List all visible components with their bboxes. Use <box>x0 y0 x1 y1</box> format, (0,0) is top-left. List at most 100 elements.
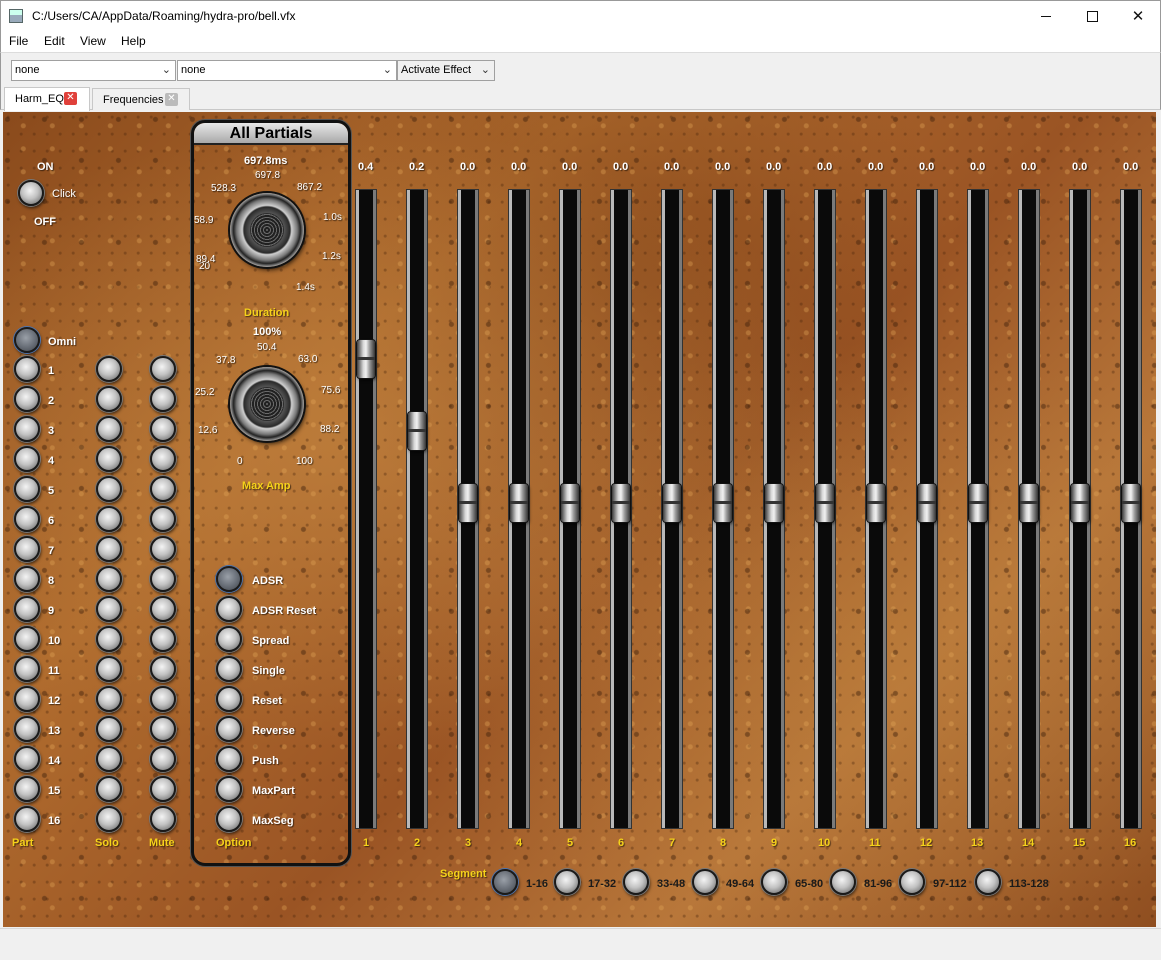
solo-button-1[interactable] <box>96 356 122 382</box>
mute-button-1[interactable] <box>150 356 176 382</box>
segment-button-1-16[interactable] <box>492 869 518 895</box>
segment-button-33-48[interactable] <box>623 869 649 895</box>
duration-knob[interactable] <box>230 193 304 267</box>
solo-button-13[interactable] <box>96 716 122 742</box>
power-button[interactable] <box>18 180 44 206</box>
solo-button-7[interactable] <box>96 536 122 562</box>
slider-thumb-1[interactable] <box>357 340 375 378</box>
slider-thumb-15[interactable] <box>1071 484 1089 522</box>
solo-button-3[interactable] <box>96 416 122 442</box>
part-button-12[interactable] <box>14 686 40 712</box>
slider-thumb-10[interactable] <box>816 484 834 522</box>
preset-select-2[interactable]: none ⌄ <box>177 60 397 81</box>
maximize-button[interactable] <box>1069 1 1115 31</box>
menu-help[interactable]: Help <box>121 34 146 48</box>
solo-button-11[interactable] <box>96 656 122 682</box>
menu-view[interactable]: View <box>80 34 106 48</box>
mute-button-2[interactable] <box>150 386 176 412</box>
part-button-5[interactable] <box>14 476 40 502</box>
mute-button-16[interactable] <box>150 806 176 832</box>
solo-button-10[interactable] <box>96 626 122 652</box>
part-button-14[interactable] <box>14 746 40 772</box>
mute-button-5[interactable] <box>150 476 176 502</box>
slider-thumb-4[interactable] <box>510 484 528 522</box>
mute-button-7[interactable] <box>150 536 176 562</box>
menu-edit[interactable]: Edit <box>44 34 65 48</box>
slider-thumb-2[interactable] <box>408 412 426 450</box>
slider-track-2[interactable] <box>407 190 427 828</box>
segment-button-17-32[interactable] <box>554 869 580 895</box>
mute-button-10[interactable] <box>150 626 176 652</box>
close-icon[interactable]: ✕ <box>64 92 77 105</box>
slider-thumb-14[interactable] <box>1020 484 1038 522</box>
omni-button[interactable] <box>14 327 40 353</box>
mute-button-3[interactable] <box>150 416 176 442</box>
solo-button-6[interactable] <box>96 506 122 532</box>
mute-button-9[interactable] <box>150 596 176 622</box>
slider-thumb-11[interactable] <box>867 484 885 522</box>
segment-button-113-128[interactable] <box>975 869 1001 895</box>
slider-thumb-6[interactable] <box>612 484 630 522</box>
slider-thumb-13[interactable] <box>969 484 987 522</box>
close-icon[interactable]: ✕ <box>165 93 178 106</box>
option-button-spread[interactable] <box>216 626 242 652</box>
solo-button-2[interactable] <box>96 386 122 412</box>
tab-harm-eq[interactable]: Harm_EQ ✕ <box>4 87 90 111</box>
part-button-9[interactable] <box>14 596 40 622</box>
slider-track-1[interactable] <box>356 190 376 828</box>
slider-thumb-5[interactable] <box>561 484 579 522</box>
part-button-6[interactable] <box>14 506 40 532</box>
preset-select-1[interactable]: none ⌄ <box>11 60 176 81</box>
option-button-reset[interactable] <box>216 686 242 712</box>
part-button-7[interactable] <box>14 536 40 562</box>
option-button-adsr-reset[interactable] <box>216 596 242 622</box>
mute-button-11[interactable] <box>150 656 176 682</box>
option-button-push[interactable] <box>216 746 242 772</box>
option-button-single[interactable] <box>216 656 242 682</box>
part-button-8[interactable] <box>14 566 40 592</box>
option-button-adsr[interactable] <box>216 566 242 592</box>
segment-button-49-64[interactable] <box>692 869 718 895</box>
minimize-button[interactable] <box>1023 1 1069 31</box>
menu-file[interactable]: File <box>9 34 28 48</box>
solo-button-16[interactable] <box>96 806 122 832</box>
close-button[interactable] <box>1115 1 1161 31</box>
mute-button-15[interactable] <box>150 776 176 802</box>
solo-button-8[interactable] <box>96 566 122 592</box>
slider-thumb-8[interactable] <box>714 484 732 522</box>
part-button-2[interactable] <box>14 386 40 412</box>
segment-button-97-112[interactable] <box>899 869 925 895</box>
solo-button-4[interactable] <box>96 446 122 472</box>
slider-thumb-3[interactable] <box>459 484 477 522</box>
mute-button-12[interactable] <box>150 686 176 712</box>
part-button-15[interactable] <box>14 776 40 802</box>
maxamp-knob[interactable] <box>230 367 304 441</box>
solo-button-9[interactable] <box>96 596 122 622</box>
slider-thumb-9[interactable] <box>765 484 783 522</box>
mute-button-8[interactable] <box>150 566 176 592</box>
part-button-4[interactable] <box>14 446 40 472</box>
tab-frequencies[interactable]: Frequencies ✕ <box>92 88 190 110</box>
part-button-13[interactable] <box>14 716 40 742</box>
part-button-10[interactable] <box>14 626 40 652</box>
solo-button-15[interactable] <box>96 776 122 802</box>
part-button-3[interactable] <box>14 416 40 442</box>
option-button-reverse[interactable] <box>216 716 242 742</box>
mute-button-14[interactable] <box>150 746 176 772</box>
slider-thumb-12[interactable] <box>918 484 936 522</box>
option-button-maxseg[interactable] <box>216 806 242 832</box>
slider-thumb-7[interactable] <box>663 484 681 522</box>
part-button-16[interactable] <box>14 806 40 832</box>
part-button-11[interactable] <box>14 656 40 682</box>
mute-button-13[interactable] <box>150 716 176 742</box>
segment-button-81-96[interactable] <box>830 869 856 895</box>
solo-button-5[interactable] <box>96 476 122 502</box>
option-button-maxpart[interactable] <box>216 776 242 802</box>
effect-select[interactable]: Activate Effect ⌄ <box>397 60 495 81</box>
mute-button-6[interactable] <box>150 506 176 532</box>
slider-thumb-16[interactable] <box>1122 484 1140 522</box>
mute-button-4[interactable] <box>150 446 176 472</box>
segment-button-65-80[interactable] <box>761 869 787 895</box>
part-button-1[interactable] <box>14 356 40 382</box>
solo-button-12[interactable] <box>96 686 122 712</box>
